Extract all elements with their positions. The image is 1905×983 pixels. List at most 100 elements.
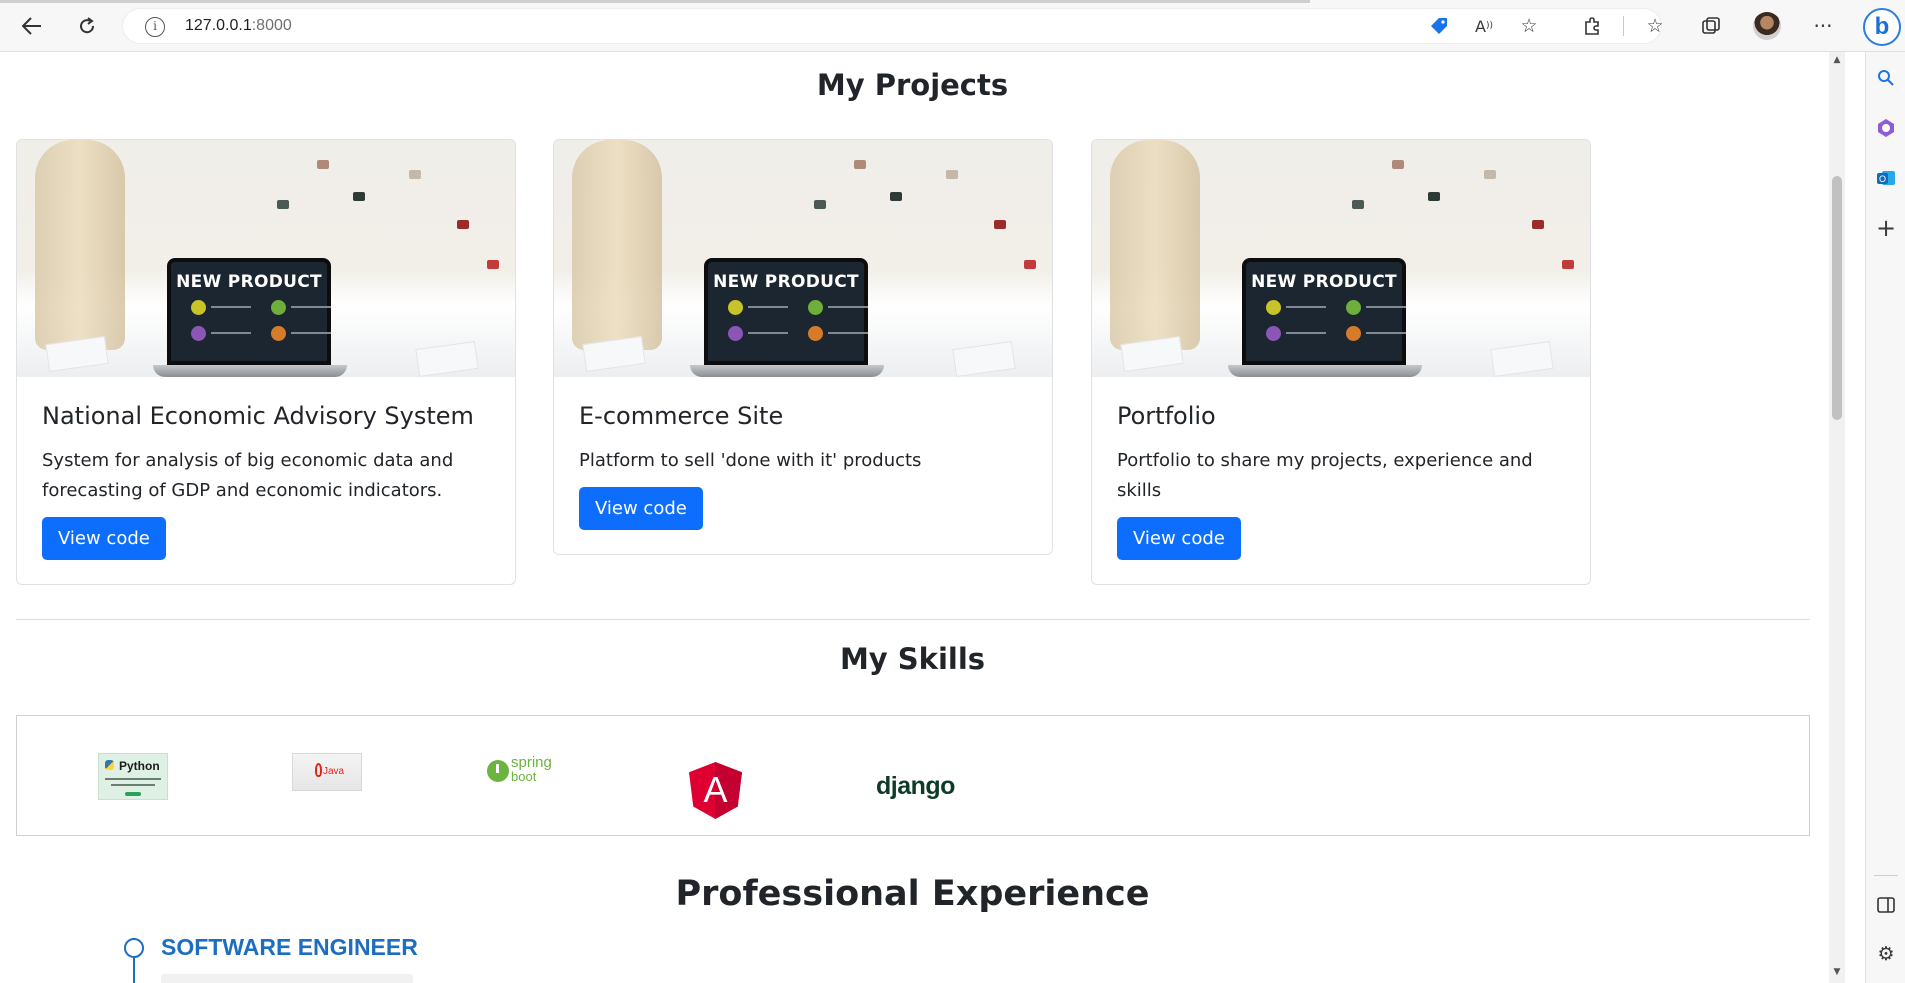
scroll-down-icon[interactable]: ▼: [1832, 967, 1842, 977]
dress-form-shape: [35, 140, 125, 350]
board-note: [317, 160, 329, 169]
project-title: E-commerce Site: [579, 402, 784, 430]
python-logo-badge: [125, 792, 141, 796]
board-note: [1484, 170, 1496, 179]
favorites-icon[interactable]: ☆: [1641, 12, 1669, 40]
dress-form-shape: [1110, 140, 1200, 350]
screen-line: [291, 332, 331, 334]
python-logo-text: Python: [119, 759, 160, 773]
board-note: [946, 170, 958, 179]
laptop-base: [690, 365, 884, 377]
python-icon: [105, 760, 114, 770]
project-card-body: National Economic Advisory System System…: [17, 377, 515, 584]
screen-dot: [728, 300, 743, 315]
toolbar-separator: [1623, 16, 1624, 36]
tag-icon[interactable]: [1425, 12, 1453, 40]
screen-line: [1366, 332, 1406, 334]
timeline-line: [133, 957, 135, 983]
project-description: Portfolio to share my projects, experien…: [1117, 450, 1533, 501]
project-description: Platform to sell 'done with it' products: [579, 450, 922, 471]
projects-heading: My Projects: [816, 68, 1009, 102]
board-note: [1352, 200, 1364, 209]
panel-icon[interactable]: [1874, 893, 1898, 917]
board-note: [353, 192, 365, 201]
angular-logo: A: [689, 762, 742, 819]
more-icon[interactable]: ···: [1809, 12, 1837, 40]
image-caption: NEW PRODUCT: [1251, 272, 1397, 292]
screen-line: [211, 332, 251, 334]
java-cup-icon: [315, 763, 322, 777]
project-title: National Economic Advisory System: [42, 402, 474, 430]
profile-avatar[interactable]: [1753, 12, 1781, 40]
board-note: [854, 160, 866, 169]
scroll-up-icon[interactable]: ▲: [1832, 55, 1842, 65]
board-note: [1024, 260, 1036, 269]
screen-dot: [1346, 300, 1361, 315]
screen-line: [1366, 306, 1406, 308]
browser-toolbar: i 127.0.0.1:8000 A)) ☆ ☆ ··· b: [0, 0, 1905, 52]
laptop-base: [1228, 365, 1422, 377]
timeline-marker: [124, 938, 144, 958]
url-host: 127.0.0.1: [185, 17, 252, 34]
board-note: [277, 200, 289, 209]
settings-icon[interactable]: ⚙: [1874, 942, 1898, 966]
info-icon[interactable]: i: [145, 17, 165, 37]
collections-icon[interactable]: [1697, 12, 1725, 40]
extensions-icon[interactable]: [1579, 12, 1607, 40]
project-image: NEW PRODUCT: [554, 140, 1052, 377]
board-note: [1532, 220, 1544, 229]
screen-dot: [1346, 326, 1361, 341]
screen-line: [1286, 306, 1326, 308]
project-card-body: Portfolio Portfolio to share my projects…: [1092, 377, 1590, 584]
screen-dot: [728, 326, 743, 341]
board-note: [890, 192, 902, 201]
page-scrollbar[interactable]: ▲ ▼: [1829, 52, 1845, 983]
view-code-button[interactable]: View code: [579, 487, 703, 530]
project-image: NEW PRODUCT: [17, 140, 515, 377]
view-code-button[interactable]: View code: [1117, 517, 1241, 560]
screen-dot: [191, 326, 206, 341]
scrollbar-thumb[interactable]: [1832, 176, 1842, 420]
laptop-screen: NEW PRODUCT: [1242, 258, 1406, 365]
job-title: SOFTWARE ENGINEER: [161, 934, 418, 960]
screen-dot: [808, 300, 823, 315]
bing-icon[interactable]: b: [1863, 8, 1901, 46]
project-title: Portfolio: [1117, 402, 1216, 430]
add-icon[interactable]: +: [1874, 214, 1898, 242]
refresh-button[interactable]: [71, 10, 103, 42]
sidebar-separator: [1874, 875, 1898, 876]
search-icon[interactable]: [1874, 66, 1898, 90]
browser-sidebar: O + ⚙: [1865, 52, 1905, 983]
table-paper: [415, 340, 479, 377]
spring-boot-logo: spring boot: [487, 754, 559, 786]
image-caption: NEW PRODUCT: [176, 272, 322, 292]
copilot-icon[interactable]: [1874, 116, 1898, 140]
screen-line: [1286, 332, 1326, 334]
experience-heading: Professional Experience: [675, 874, 1150, 914]
job-details-box: [161, 974, 413, 983]
project-card: NEW PRODUCT Portfolio Portfolio to share…: [1091, 139, 1591, 585]
url-text[interactable]: 127.0.0.1:8000: [185, 17, 292, 35]
screen-line: [748, 332, 788, 334]
screen-dot: [271, 326, 286, 341]
laptop-base: [153, 365, 347, 377]
project-image: NEW PRODUCT: [1092, 140, 1590, 377]
outlook-icon[interactable]: O: [1874, 166, 1898, 190]
board-note: [457, 220, 469, 229]
python-logo-line: [105, 778, 161, 780]
back-button[interactable]: [16, 10, 48, 42]
board-note: [487, 260, 499, 269]
project-card: NEW PRODUCT E-commerce Site Platform to …: [553, 139, 1053, 555]
python-logo: Python: [98, 753, 168, 800]
spring-power-icon: [487, 760, 509, 782]
page-content: My Projects NEW PRODUCT National Economi…: [0, 52, 1829, 983]
screen-dot: [191, 300, 206, 315]
table-paper: [952, 340, 1016, 377]
add-favorite-icon[interactable]: ☆: [1515, 12, 1543, 40]
skills-logo-strip: Python Java spring boot A django: [16, 715, 1810, 836]
url-port: :8000: [251, 17, 292, 34]
view-code-button[interactable]: View code: [42, 517, 166, 560]
read-aloud-icon[interactable]: A)): [1470, 12, 1498, 40]
arrow-left-icon: [22, 17, 41, 35]
screen-line: [828, 306, 868, 308]
